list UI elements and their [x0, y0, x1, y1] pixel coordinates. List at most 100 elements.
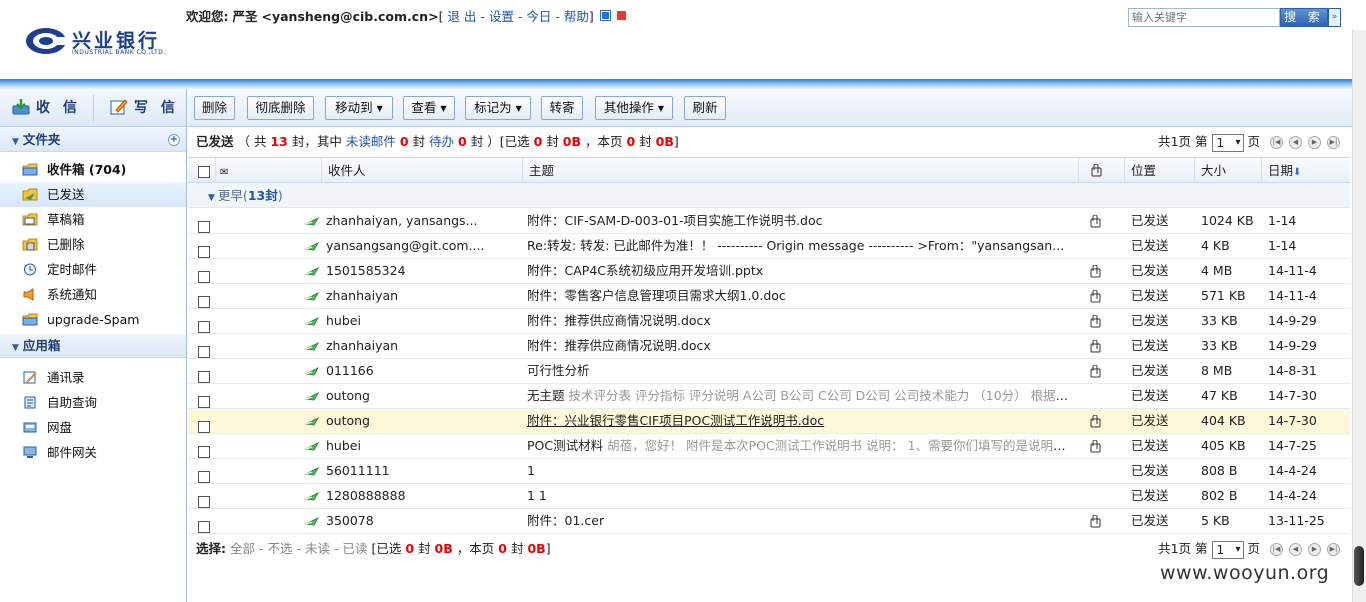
subject[interactable]: 附件：零售客户信息管理项目需求大纲1.0.doc [527, 284, 1077, 308]
help-link[interactable]: 帮助 [564, 9, 589, 24]
subject[interactable]: 可行性分析 [527, 359, 1077, 383]
pending-link[interactable]: 待办 [429, 134, 454, 149]
email-row[interactable]: 350078 附件：01.cer 已发送 5 KB 13-11-25 [188, 509, 1350, 534]
recipient-column[interactable]: 收件人 [322, 158, 523, 183]
email-row[interactable]: zhanhaiyan, yansangs... 附件：CIF-SAM-D-003-… [188, 209, 1350, 234]
email-row[interactable]: hubei 附件：推荐供应商情况说明.docx 已发送 33 KB 14-9-29 [188, 309, 1350, 334]
subject[interactable]: 附件：兴业银行零售CIF项目POC测试工作说明书.doc [527, 409, 1077, 433]
fullscreen-icon[interactable] [616, 11, 626, 20]
refresh-button[interactable]: 刷新 [684, 96, 726, 120]
app-mail-gateway[interactable]: 邮件网关 [0, 440, 186, 465]
folder-inbox[interactable]: 收件箱 (704) [0, 157, 186, 182]
email-row[interactable]: 1280888888 1 1 已发送 802 B 14-4-24 [188, 484, 1350, 509]
recipient[interactable]: 011166 [326, 359, 516, 383]
prev-page-icon[interactable]: ◀ [1289, 136, 1302, 149]
folder-sent[interactable]: 已发送 [0, 182, 186, 207]
recipient[interactable]: 350078 [326, 509, 516, 533]
folder-deleted[interactable]: 已删除 [0, 232, 186, 257]
recipient[interactable]: 56011111 [326, 459, 516, 483]
attachment-column[interactable] [1079, 158, 1125, 183]
row-checkbox[interactable] [198, 520, 210, 533]
folder-upgrade-spam[interactable]: upgrade-Spam [0, 307, 186, 332]
scrollbar-track[interactable] [1352, 30, 1366, 602]
next-page-icon[interactable]: ▶ [1308, 543, 1321, 556]
select-none-link[interactable]: 不选 [267, 541, 292, 556]
row-checkbox[interactable] [198, 395, 210, 408]
row-checkbox[interactable] [198, 345, 210, 358]
date-column[interactable]: 日期⬇ [1262, 158, 1350, 183]
prev-page-icon[interactable]: ◀ [1289, 543, 1302, 556]
row-checkbox[interactable] [198, 370, 210, 383]
folder-system-notice[interactable]: 系统通知 [0, 282, 186, 307]
folders-section-header[interactable]: ▼ 文件夹 + [0, 128, 186, 152]
select-unread-link[interactable]: 未读 [305, 541, 330, 556]
group-earlier[interactable]: ▼ 更早(13封) [188, 183, 1350, 208]
mark-as-button[interactable]: 标记为 ▼ [465, 96, 531, 120]
window-mode-icon[interactable] [599, 10, 611, 21]
first-page-icon[interactable]: |◀ [1270, 136, 1283, 149]
email-row[interactable]: zhanhaiyan 附件：推荐供应商情况说明.docx 已发送 33 KB 14-9-… [188, 334, 1350, 359]
location-column[interactable]: 位置 [1125, 158, 1195, 183]
recipient[interactable]: zhanhaiyan [326, 334, 516, 358]
advanced-search-arrow-icon[interactable]: » [1328, 8, 1341, 27]
folder-scheduled[interactable]: 定时邮件 [0, 257, 186, 282]
recipient[interactable]: 1280888888 [326, 484, 516, 508]
last-page-icon[interactable]: ▶| [1327, 136, 1340, 149]
select-all-link[interactable]: 全部 [230, 541, 255, 556]
apps-section-header[interactable]: ▼ 应用箱 [0, 334, 186, 358]
subject-column[interactable]: 主题 [523, 158, 1079, 183]
subject[interactable]: 无主题 技术评分表 评分指标 评分说明 A公司 B公司 C公司 D公司 公司技术… [527, 384, 1077, 408]
size-column[interactable]: 大小 [1195, 158, 1262, 183]
row-checkbox[interactable] [198, 270, 210, 283]
purge-button[interactable]: 彻底删除 [247, 96, 314, 120]
logout-link[interactable]: 退 出 [447, 9, 476, 24]
today-link[interactable]: 今日 [526, 9, 551, 24]
email-row[interactable]: 1501585324 附件：CAP4C系统初级应用开发培训.pptx 已发送 4 MB… [188, 259, 1350, 284]
subject[interactable]: 附件：CAP4C系统初级应用开发培训.pptx [527, 259, 1077, 283]
row-checkbox[interactable] [198, 220, 210, 233]
row-checkbox[interactable] [198, 295, 210, 308]
row-checkbox[interactable] [198, 445, 210, 458]
folder-drafts[interactable]: 草稿箱 [0, 207, 186, 232]
recipient[interactable]: outong [326, 384, 516, 408]
view-button[interactable]: 查看 ▼ [403, 96, 455, 120]
mail-status-column[interactable]: ✉ [216, 158, 322, 183]
write-mail-button[interactable]: 写 信 [110, 97, 179, 117]
first-page-icon[interactable]: |◀ [1270, 543, 1283, 556]
subject[interactable]: Re:转发: 转发: 已此邮件为准！！ ---------- Origin me… [527, 234, 1077, 258]
recipient[interactable]: zhanhaiyan [326, 284, 516, 308]
unread-link[interactable]: 未读邮件 [346, 134, 396, 149]
recipient[interactable]: outong [326, 409, 516, 433]
email-row[interactable]: 011166 可行性分析 已发送 8 MB 14-8-31 [188, 359, 1350, 384]
app-net-disk[interactable]: 网盘 [0, 415, 186, 440]
subject[interactable]: 1 1 [527, 484, 1077, 508]
add-folder-icon[interactable]: + [168, 134, 180, 146]
email-row[interactable]: outong 附件：兴业银行零售CIF项目POC测试工作说明书.doc 已发送 404… [188, 409, 1350, 434]
scrollbar-thumb[interactable] [1354, 546, 1364, 586]
subject[interactable]: POC测试材料 胡蓓，您好！ 附件是本次POC测试工作说明书 说明： 1、需要你… [527, 434, 1077, 458]
subject[interactable]: 附件：CIF-SAM-D-003-01-项目实施工作说明书.doc [527, 209, 1077, 233]
last-page-icon[interactable]: ▶| [1327, 543, 1340, 556]
row-checkbox[interactable] [198, 495, 210, 508]
row-checkbox[interactable] [198, 320, 210, 333]
email-row[interactable]: zhanhaiyan 附件：零售客户信息管理项目需求大纲1.0.doc 已发送 571… [188, 284, 1350, 309]
select-read-link[interactable]: 已读 [342, 541, 367, 556]
email-row[interactable]: 56011111 1 已发送 808 B 14-4-24 [188, 459, 1350, 484]
page-select[interactable]: 1 [1211, 133, 1244, 152]
subject[interactable]: 附件：01.cer [527, 509, 1077, 533]
recipient[interactable]: yansangsang@git.com.... [326, 234, 516, 258]
subject[interactable]: 1 [527, 459, 1077, 483]
recipient[interactable]: hubei [326, 309, 516, 333]
page-select[interactable]: 1 [1211, 540, 1244, 559]
email-row[interactable]: yansangsang@git.com.... Re:转发: 转发: 已此邮件为准… [188, 234, 1350, 259]
row-checkbox[interactable] [198, 470, 210, 483]
recipient[interactable]: 1501585324 [326, 259, 516, 283]
app-address-book[interactable]: 通讯录 [0, 365, 186, 390]
receive-mail-button[interactable]: 收 信 [12, 97, 81, 117]
next-page-icon[interactable]: ▶ [1308, 136, 1321, 149]
row-checkbox[interactable] [198, 245, 210, 258]
email-row[interactable]: hubei POC测试材料 胡蓓，您好！ 附件是本次POC测试工作说明书 说明： … [188, 434, 1350, 459]
delete-button[interactable]: 删除 [194, 96, 235, 120]
subject[interactable]: 附件：推荐供应商情况说明.docx [527, 334, 1077, 358]
subject[interactable]: 附件：推荐供应商情况说明.docx [527, 309, 1077, 333]
